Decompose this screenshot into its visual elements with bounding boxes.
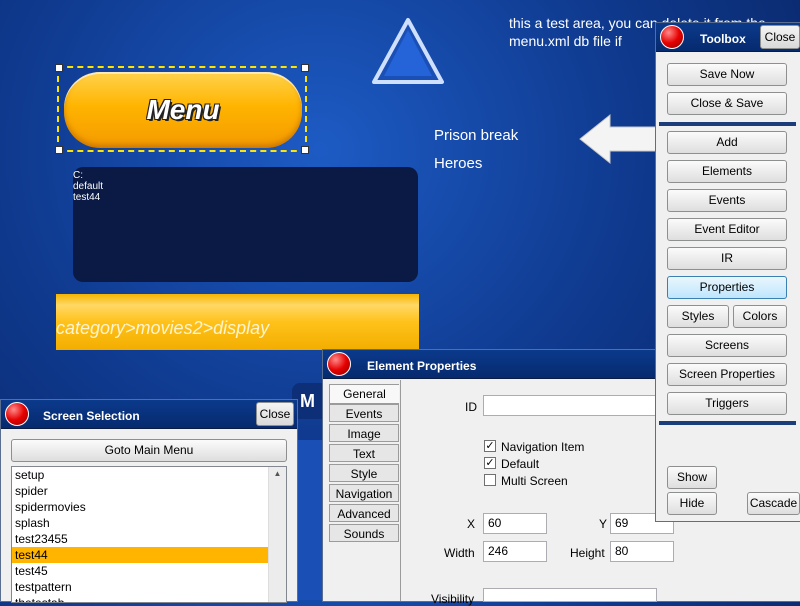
default-checkbox[interactable]: ✓: [484, 457, 496, 469]
list-item[interactable]: test45: [12, 563, 286, 579]
height-label: Height: [570, 546, 605, 560]
toolbox-window: Toolbox Close Save Now Close & Save Add …: [655, 22, 800, 522]
menu-button[interactable]: Menu: [64, 72, 302, 148]
divider: [659, 421, 796, 425]
resize-handle[interactable]: [301, 64, 309, 72]
screen-properties-button[interactable]: Screen Properties: [667, 363, 787, 386]
properties-button[interactable]: Properties: [667, 276, 787, 299]
list-item[interactable]: spider: [12, 483, 286, 499]
partial-button-label: M: [300, 391, 315, 411]
add-button[interactable]: Add: [667, 131, 787, 154]
list-item[interactable]: testpattern: [12, 579, 286, 595]
default-label: Default: [501, 457, 540, 471]
styles-button[interactable]: Styles: [667, 305, 729, 328]
list-item[interactable]: setup: [12, 467, 286, 483]
save-now-button[interactable]: Save Now: [667, 63, 787, 86]
multi-screen-label: Multi Screen: [501, 474, 568, 488]
x-label: X: [467, 517, 476, 531]
window-orb-icon[interactable]: [5, 402, 29, 426]
tab-sounds[interactable]: Sounds: [329, 524, 399, 542]
scroll-up-icon[interactable]: ▲: [269, 469, 286, 478]
window-title: Element Properties: [367, 359, 477, 373]
list-item-selected[interactable]: test44: [12, 547, 286, 563]
list-item[interactable]: C:: [73, 170, 418, 181]
screen-selection-close-button[interactable]: Close: [256, 402, 294, 426]
width-label: Width: [444, 546, 475, 560]
ir-button[interactable]: IR: [667, 247, 787, 270]
breadcrumb: category>movies2>display: [56, 318, 270, 338]
y-label: Y: [599, 517, 608, 531]
close-save-button[interactable]: Close & Save: [667, 92, 787, 115]
up-arrow-icon: [372, 18, 444, 84]
tab-navigation[interactable]: Navigation: [329, 484, 399, 502]
menu-button-label: Menu: [146, 94, 220, 125]
id-input[interactable]: [483, 395, 663, 416]
resize-handle[interactable]: [55, 146, 63, 154]
screen-selection-window: Screen Selection Close Goto Main Menu se…: [0, 399, 298, 603]
visibility-label: Visibility: [431, 592, 475, 606]
list-item[interactable]: splash: [12, 515, 286, 531]
triggers-button[interactable]: Triggers: [667, 392, 787, 415]
width-input[interactable]: 246: [483, 541, 547, 562]
scrollbar[interactable]: ▲: [268, 467, 286, 602]
window-title: Screen Selection: [43, 409, 140, 423]
list-item[interactable]: test23455: [12, 531, 286, 547]
tab-events[interactable]: Events: [329, 404, 399, 422]
list-item[interactable]: test44: [73, 192, 418, 203]
hide-button[interactable]: Hide: [667, 492, 717, 515]
tab-style[interactable]: Style: [329, 464, 399, 482]
cascade-button[interactable]: Cascade: [747, 492, 800, 515]
show-item-heroes[interactable]: Heroes: [434, 155, 482, 172]
breadcrumb-bar: category>movies2>display: [56, 294, 419, 350]
elements-button[interactable]: Elements: [667, 160, 787, 183]
tab-general[interactable]: General: [329, 384, 399, 404]
x-input[interactable]: 60: [483, 513, 547, 534]
resize-handle[interactable]: [301, 146, 309, 154]
tab-image[interactable]: Image: [329, 424, 399, 442]
height-input[interactable]: 80: [610, 541, 674, 562]
screens-button[interactable]: Screens: [667, 334, 787, 357]
id-label: ID: [465, 400, 477, 414]
show-item-prison-break[interactable]: Prison break: [434, 127, 518, 144]
left-arrow-icon: [579, 113, 660, 165]
list-item[interactable]: thetestab: [12, 595, 286, 602]
tab-text[interactable]: Text: [329, 444, 399, 462]
navigation-item-label: Navigation Item: [501, 440, 585, 454]
divider: [659, 122, 796, 126]
screen-list[interactable]: setup spider spidermovies splash test234…: [11, 466, 287, 603]
list-item[interactable]: spidermovies: [12, 499, 286, 515]
event-editor-button[interactable]: Event Editor: [667, 218, 787, 241]
drive-list-panel[interactable]: C: default test44: [73, 167, 418, 282]
show-button[interactable]: Show: [667, 466, 717, 489]
screen-selection-titlebar[interactable]: Screen Selection: [1, 400, 297, 429]
colors-button[interactable]: Colors: [733, 305, 787, 328]
toolbox-close-button[interactable]: Close: [760, 25, 800, 49]
tab-advanced[interactable]: Advanced: [329, 504, 399, 522]
multi-screen-checkbox[interactable]: [484, 474, 496, 486]
resize-handle[interactable]: [55, 64, 63, 72]
goto-main-menu-button[interactable]: Goto Main Menu: [11, 439, 287, 462]
window-title: Toolbox: [700, 32, 746, 46]
list-item[interactable]: default: [73, 181, 418, 192]
window-orb-icon[interactable]: [660, 25, 684, 49]
navigation-item-checkbox[interactable]: ✓: [484, 440, 496, 452]
window-orb-icon[interactable]: [327, 352, 351, 376]
events-button[interactable]: Events: [667, 189, 787, 212]
